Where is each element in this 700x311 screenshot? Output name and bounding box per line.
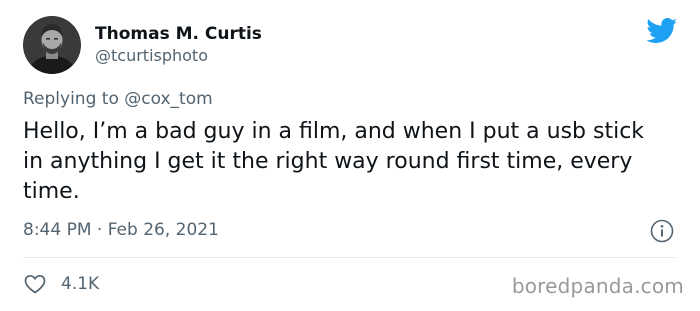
tweet-header: Thomas M. Curtis @tcurtisphoto <box>23 16 262 74</box>
author-names: Thomas M. Curtis @tcurtisphoto <box>95 23 262 67</box>
twitter-bird-icon[interactable] <box>646 18 678 44</box>
avatar[interactable] <box>23 16 81 74</box>
author-display-name[interactable]: Thomas M. Curtis <box>95 23 262 45</box>
heart-outline-icon[interactable] <box>23 272 47 296</box>
divider <box>23 257 677 258</box>
like-action[interactable]: 4.1K <box>23 272 99 296</box>
replying-to[interactable]: Replying to @cox_tom <box>23 88 213 110</box>
author-handle[interactable]: @tcurtisphoto <box>95 45 262 67</box>
tweet-timestamp[interactable]: 8:44 PM · Feb 26, 2021 <box>23 219 219 241</box>
watermark: boredpanda.com <box>511 274 684 298</box>
like-count: 4.1K <box>61 274 100 294</box>
tweet-card: Thomas M. Curtis @tcurtisphoto Replying … <box>0 0 700 311</box>
info-icon[interactable] <box>650 219 674 243</box>
tweet-text: Hello, I’m a bad guy in a film, and when… <box>23 119 645 204</box>
